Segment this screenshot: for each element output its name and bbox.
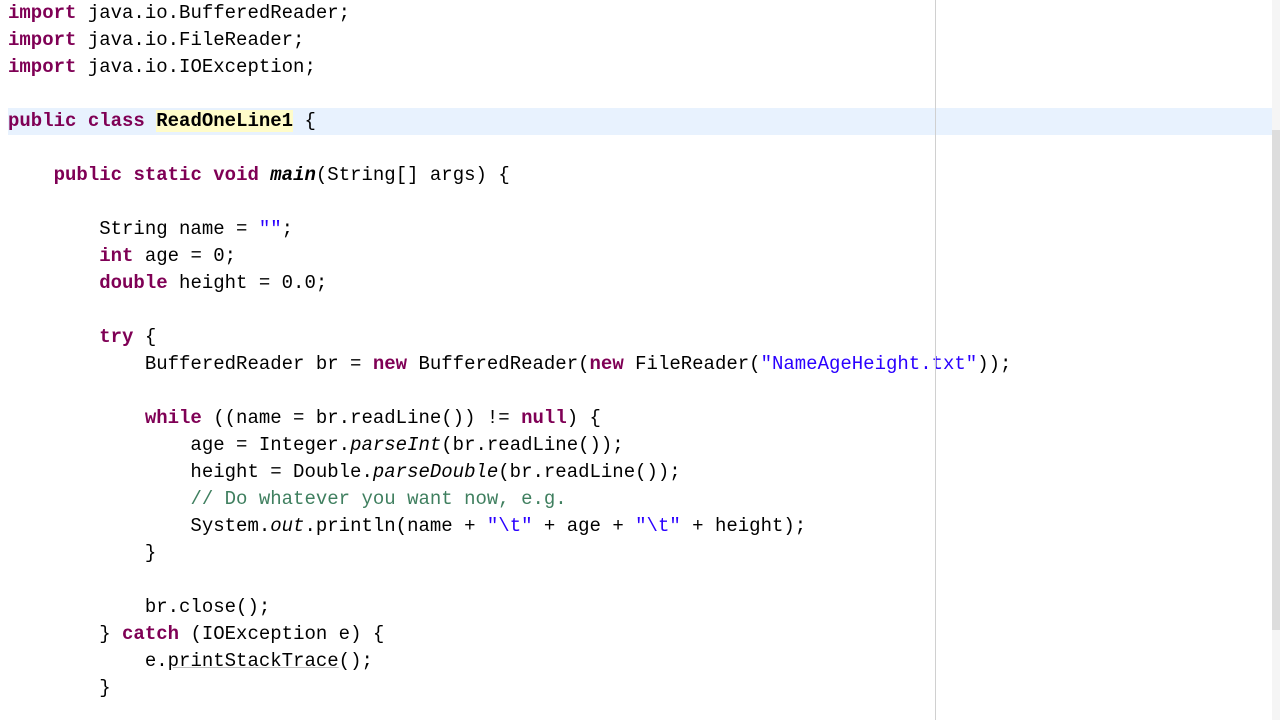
keyword-try: try (99, 326, 133, 348)
keyword-public: public (54, 164, 122, 186)
code-line: System.out.println(name + "\t" + age + "… (8, 513, 1280, 540)
string-literal: "\t" (487, 515, 533, 537)
code-line: double height = 0.0; (8, 270, 1280, 297)
code-line: height = Double.parseDouble(br.readLine(… (8, 459, 1280, 486)
code-editor[interactable]: import java.io.BufferedReader; import ja… (0, 0, 1280, 702)
string-literal: "\t" (635, 515, 681, 537)
string-literal: "" (259, 218, 282, 240)
code-line: br.close(); (8, 594, 1280, 621)
comment: // Do whatever you want now, e.g. (190, 488, 566, 510)
code-line: BufferedReader br = new BufferedReader(n… (8, 351, 1280, 378)
keyword-null: null (521, 407, 567, 429)
code-line: age = Integer.parseInt(br.readLine()); (8, 432, 1280, 459)
string-literal: "NameAgeHeight.txt" (761, 353, 978, 375)
code-line: String name = ""; (8, 216, 1280, 243)
code-line (8, 81, 1280, 108)
code-line: import java.io.BufferedReader; (8, 0, 1280, 27)
code-line: try { (8, 324, 1280, 351)
code-line (8, 567, 1280, 594)
code-line: // Do whatever you want now, e.g. (8, 486, 1280, 513)
keyword-int: int (99, 245, 133, 267)
scrollbar-thumb[interactable] (1272, 130, 1280, 630)
vertical-scrollbar[interactable] (1272, 0, 1280, 720)
static-method: parseDouble (373, 461, 498, 483)
code-line: import java.io.FileReader; (8, 27, 1280, 54)
keyword-import: import (8, 2, 76, 24)
keyword-new: new (590, 353, 624, 375)
code-line (8, 135, 1280, 162)
keyword-catch: catch (122, 623, 179, 645)
method-main: main (270, 164, 316, 186)
code-line: import java.io.IOException; (8, 54, 1280, 81)
keyword-public: public (8, 110, 76, 132)
print-margin (935, 0, 936, 720)
code-line: while ((name = br.readLine()) != null) { (8, 405, 1280, 432)
keyword-while: while (145, 407, 202, 429)
keyword-static: static (133, 164, 201, 186)
code-line: public static void main(String[] args) { (8, 162, 1280, 189)
method-call: printStackTrace (168, 650, 339, 672)
keyword-class: class (88, 110, 145, 132)
code-line (8, 189, 1280, 216)
code-line: } (8, 675, 1280, 702)
static-field: out (270, 515, 304, 537)
code-line: e.printStackTrace(); (8, 648, 1280, 675)
code-line: int age = 0; (8, 243, 1280, 270)
keyword-import: import (8, 56, 76, 78)
code-line (8, 378, 1280, 405)
class-name: ReadOneLine1 (156, 110, 293, 132)
keyword-void: void (213, 164, 259, 186)
static-method: parseInt (350, 434, 441, 456)
keyword-import: import (8, 29, 76, 51)
keyword-new: new (373, 353, 407, 375)
code-line-current: public class ReadOneLine1 { (8, 108, 1280, 135)
code-line: } catch (IOException e) { (8, 621, 1280, 648)
code-line (8, 297, 1280, 324)
code-line: } (8, 540, 1280, 567)
keyword-double: double (99, 272, 167, 294)
